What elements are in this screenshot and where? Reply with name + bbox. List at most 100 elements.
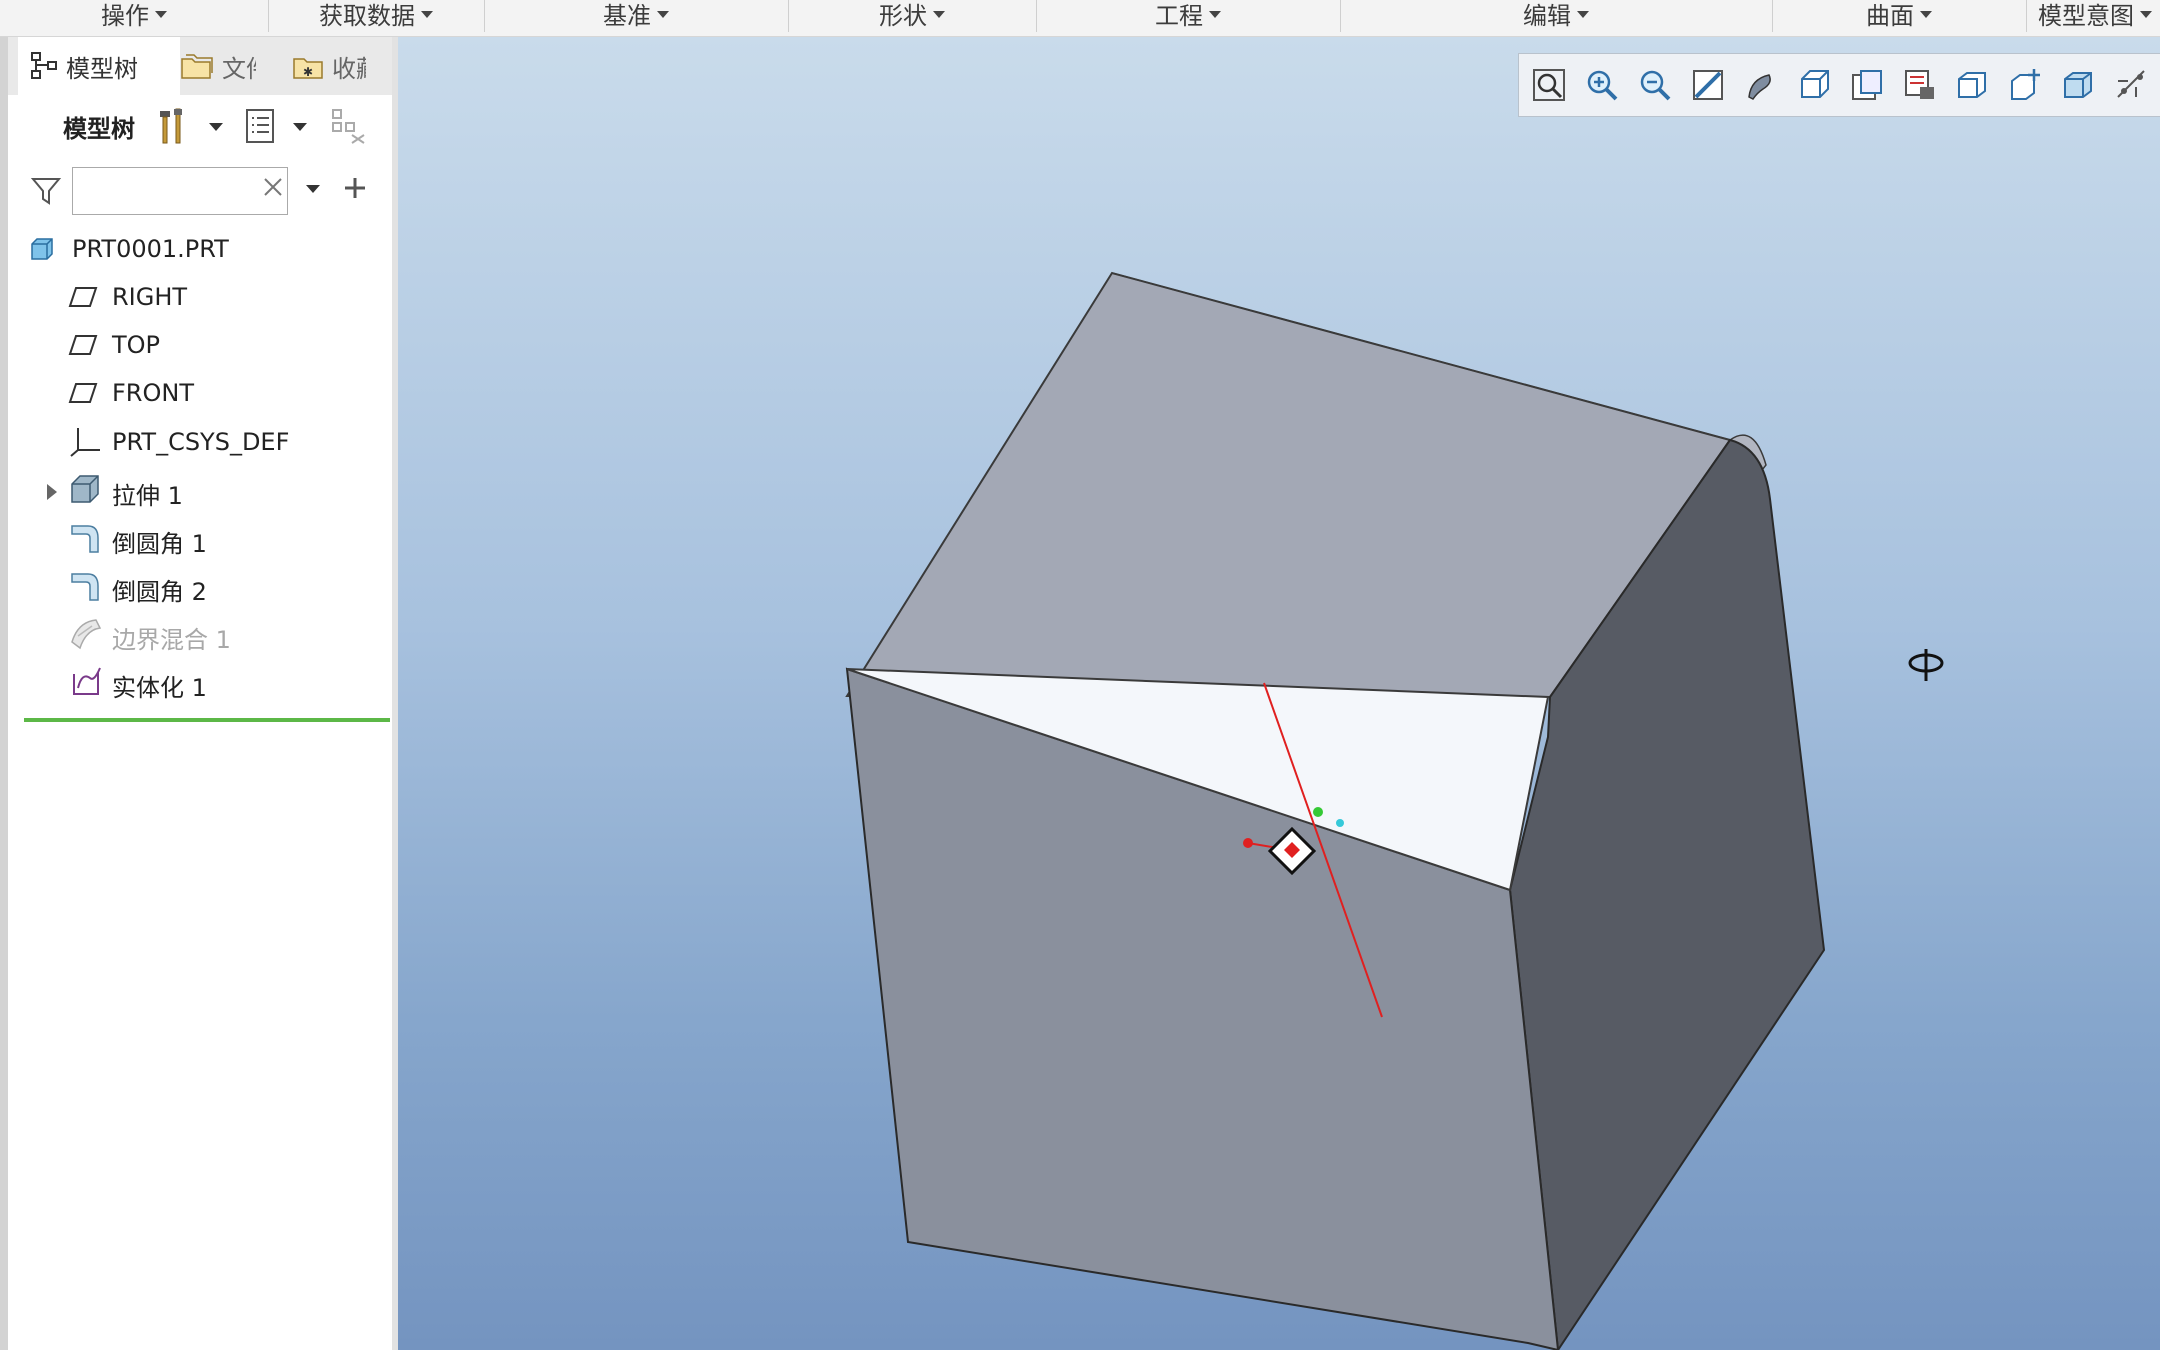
ribbon-group-model-intent[interactable]: 模型意图 bbox=[2026, 0, 2160, 32]
insert-here-indicator[interactable] bbox=[24, 718, 390, 722]
refit-button[interactable] bbox=[1527, 63, 1571, 107]
datum-display-button[interactable] bbox=[2057, 63, 2101, 107]
round-icon bbox=[68, 522, 102, 560]
tree-item-solidify-1[interactable]: 实体化 1 bbox=[8, 660, 392, 704]
filter-icon[interactable] bbox=[30, 175, 62, 211]
tree-item-round-2[interactable]: 倒圆角 2 bbox=[8, 564, 392, 608]
tab-label: 收藏 bbox=[332, 54, 366, 83]
chevron-down-icon bbox=[306, 185, 320, 193]
tree-item-label: 拉伸 1 bbox=[112, 482, 183, 510]
show-button[interactable] bbox=[244, 109, 278, 147]
spin-center-button[interactable] bbox=[1951, 63, 1995, 107]
ribbon-group-operations[interactable]: 操作 bbox=[0, 0, 269, 32]
tree-item-top-plane[interactable]: TOP bbox=[8, 323, 392, 367]
tab-model-tree[interactable]: 模型树 bbox=[18, 37, 180, 95]
graphics-toolbar bbox=[1518, 53, 2160, 117]
group-label: 编辑 bbox=[1523, 1, 1571, 30]
chevron-down-icon bbox=[1920, 11, 1932, 18]
ribbon-group-editing[interactable]: 编辑 bbox=[1340, 0, 1773, 32]
chevron-down-icon bbox=[421, 11, 433, 18]
ribbon-group-surfaces[interactable]: 曲面 bbox=[1772, 0, 2027, 32]
tree-settings-button[interactable] bbox=[156, 107, 192, 147]
tree-item-csys[interactable]: PRT_CSYS_DEF bbox=[8, 420, 392, 464]
refit-icon bbox=[1533, 69, 1565, 101]
3d-model-view[interactable] bbox=[398, 37, 2160, 1350]
group-label: 形状 bbox=[879, 1, 927, 30]
show-dropdown[interactable] bbox=[292, 119, 308, 135]
zoom-in-button[interactable] bbox=[1580, 63, 1624, 107]
group-label: 获取数据 bbox=[319, 1, 415, 30]
tree-item-label: 倒圆角 1 bbox=[112, 530, 207, 558]
tree-filter-visibility-button[interactable] bbox=[330, 109, 370, 147]
view-manager-icon bbox=[1852, 70, 1882, 100]
tree-search-row bbox=[8, 155, 392, 219]
tree-item-label: 边界混合 1 bbox=[112, 626, 231, 654]
graphics-window[interactable] bbox=[398, 37, 2160, 1350]
tab-folder-browser[interactable]: 文件 bbox=[180, 37, 288, 95]
ribbon-group-bar: 操作 获取数据 基准 形状 工程 编辑 曲面 模型意图 bbox=[0, 0, 2160, 37]
navigator-tabs: 模型树 文件 ✱ 收藏 bbox=[8, 37, 392, 95]
zoom-out-icon bbox=[1640, 70, 1671, 101]
zoom-in-icon bbox=[1587, 70, 1618, 101]
tree-item-label: PRT0001.PRT bbox=[72, 235, 229, 263]
coordinate-system-icon bbox=[68, 424, 102, 464]
tree-settings-dropdown[interactable] bbox=[208, 119, 224, 135]
display-style-button[interactable] bbox=[1739, 63, 1783, 107]
solidify-icon bbox=[68, 664, 104, 704]
repaint-button[interactable] bbox=[1686, 63, 1730, 107]
svg-text:✱: ✱ bbox=[303, 65, 313, 79]
group-label: 操作 bbox=[101, 1, 149, 30]
perspective-view-icon bbox=[1905, 70, 1934, 99]
tree-item-label: 实体化 1 bbox=[112, 674, 207, 702]
datum-plane-icon bbox=[68, 285, 98, 315]
tree-item-label: 倒圆角 2 bbox=[112, 578, 207, 606]
add-filter-button[interactable] bbox=[342, 175, 368, 205]
datum-plane-icon bbox=[68, 381, 98, 411]
tree-item-part[interactable]: PRT0001.PRT bbox=[8, 227, 392, 271]
tree-item-label: RIGHT bbox=[112, 283, 188, 311]
tree-columns-icon bbox=[330, 107, 370, 149]
datum-display-filters-button[interactable] bbox=[2110, 63, 2154, 107]
folder-browser-icon bbox=[180, 51, 214, 81]
zoom-out-button[interactable] bbox=[1633, 63, 1677, 107]
ribbon-group-shapes[interactable]: 形状 bbox=[788, 0, 1037, 32]
tab-favorites[interactable]: ✱ 收藏 bbox=[292, 37, 392, 95]
model-tree-toolbar: 模型树 bbox=[8, 95, 392, 155]
tree-search-input[interactable] bbox=[72, 167, 288, 215]
view-manager-button[interactable] bbox=[1845, 63, 1889, 107]
tree-item-round-1[interactable]: 倒圆角 1 bbox=[8, 516, 392, 560]
ribbon-group-datum[interactable]: 基准 bbox=[484, 0, 789, 32]
annotation-display-button[interactable] bbox=[2004, 63, 2048, 107]
navigator-panel: 模型树 文件 ✱ 收藏 模型树 bbox=[8, 37, 393, 1350]
chevron-down-icon bbox=[1577, 11, 1589, 18]
saved-orientations-button[interactable] bbox=[1792, 63, 1836, 107]
group-label: 模型意图 bbox=[2038, 1, 2134, 30]
ribbon-group-get-data[interactable]: 获取数据 bbox=[268, 0, 485, 32]
clear-search-icon[interactable] bbox=[262, 175, 284, 205]
tab-label: 模型树 bbox=[66, 54, 138, 83]
tree-item-label: FRONT bbox=[112, 379, 194, 407]
chevron-down-icon bbox=[1209, 11, 1221, 18]
favorites-icon: ✱ bbox=[292, 51, 324, 81]
tree-item-right-plane[interactable]: RIGHT bbox=[8, 275, 392, 319]
datum-plane-icon bbox=[68, 333, 98, 363]
spin-cursor-icon bbox=[1908, 649, 1944, 681]
tree-item-front-plane[interactable]: FRONT bbox=[8, 371, 392, 415]
chevron-down-icon bbox=[657, 11, 669, 18]
search-options-dropdown[interactable] bbox=[306, 185, 320, 193]
ribbon-group-engineering[interactable]: 工程 bbox=[1036, 0, 1341, 32]
tree-item-extrude-1[interactable]: 拉伸 1 bbox=[8, 468, 392, 512]
chevron-down-icon bbox=[293, 123, 307, 131]
tree-item-label: PRT_CSYS_DEF bbox=[112, 428, 290, 456]
window-left-edge bbox=[0, 37, 8, 1350]
perspective-view-button[interactable] bbox=[1898, 63, 1942, 107]
chevron-down-icon bbox=[209, 123, 223, 131]
list-icon bbox=[244, 107, 278, 149]
group-label: 曲面 bbox=[1866, 1, 1914, 30]
display-style-icon bbox=[1748, 74, 1771, 100]
extrude-icon bbox=[68, 472, 102, 510]
tree-item-boundary-blend-1[interactable]: 边界混合 1 bbox=[8, 612, 392, 656]
model-tree-header: 模型树 bbox=[63, 115, 135, 143]
expand-arrow-icon[interactable] bbox=[44, 480, 60, 508]
repaint-icon bbox=[1693, 70, 1723, 100]
